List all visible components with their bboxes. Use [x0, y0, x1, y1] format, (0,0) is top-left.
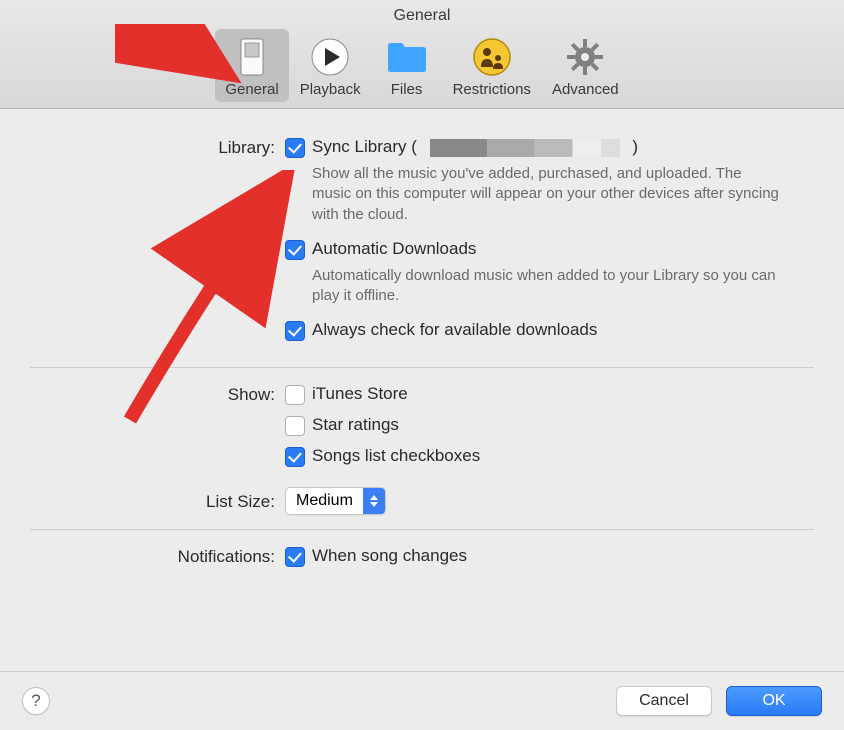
itunes-store-checkbox[interactable]	[285, 385, 305, 405]
notifications-label: Notifications:	[30, 546, 285, 567]
library-section: Library: Sync Library ( ) Show all the m…	[30, 137, 814, 355]
star-ratings-label: Star ratings	[312, 415, 399, 435]
auto-downloads-checkbox[interactable]	[285, 240, 305, 260]
songs-checkboxes-label: Songs list checkboxes	[312, 446, 480, 466]
list-size-label: List Size:	[30, 491, 285, 512]
sync-library-desc: Show all the music you've added, purchas…	[312, 164, 782, 225]
itunes-store-label: iTunes Store	[312, 384, 408, 404]
auto-downloads-desc: Automatically download music when added …	[312, 266, 782, 307]
tab-label: Advanced	[552, 81, 619, 98]
list-size-value: Medium	[296, 492, 353, 510]
divider	[30, 529, 814, 530]
sync-library-checkbox[interactable]	[285, 138, 305, 158]
toolbar-items: General Playback Files	[0, 29, 844, 102]
tab-advanced[interactable]: Advanced	[542, 29, 629, 102]
tab-general[interactable]: General	[215, 29, 288, 102]
ok-button[interactable]: OK	[726, 686, 822, 716]
general-icon	[230, 35, 274, 79]
star-ratings-checkbox[interactable]	[285, 416, 305, 436]
tab-label: Restrictions	[453, 81, 531, 98]
help-button[interactable]: ?	[22, 687, 50, 715]
advanced-icon	[563, 35, 607, 79]
always-check-checkbox[interactable]	[285, 321, 305, 341]
footer: ? Cancel OK	[0, 671, 844, 730]
window-title: General	[0, 4, 844, 29]
preferences-toolbar: General General Playback	[0, 0, 844, 109]
sync-label-prefix: Sync Library (	[312, 137, 417, 156]
always-check-label: Always check for available downloads	[312, 320, 597, 340]
auto-downloads-label: Automatic Downloads	[312, 239, 476, 259]
select-arrows-icon	[363, 488, 385, 514]
tab-label: Playback	[300, 81, 361, 98]
song-changes-checkbox[interactable]	[285, 547, 305, 567]
tab-label: General	[225, 81, 278, 98]
redacted-account	[430, 139, 620, 157]
playback-icon	[308, 35, 352, 79]
tab-restrictions[interactable]: Restrictions	[443, 29, 541, 102]
library-label: Library:	[30, 137, 285, 158]
songs-checkboxes-checkbox[interactable]	[285, 447, 305, 467]
sync-label-suffix: )	[632, 137, 638, 156]
files-icon	[385, 35, 429, 79]
sync-library-label: Sync Library ( )	[312, 137, 638, 157]
tab-label: Files	[391, 81, 423, 98]
preferences-content: Library: Sync Library ( ) Show all the m…	[0, 109, 844, 595]
show-section: Show: iTunes Store Star ratings Songs li…	[30, 384, 814, 481]
cancel-button[interactable]: Cancel	[616, 686, 712, 716]
restrictions-icon	[470, 35, 514, 79]
list-size-select[interactable]: Medium	[285, 487, 386, 515]
tab-playback[interactable]: Playback	[290, 29, 371, 102]
notifications-section: Notifications: When song changes	[30, 546, 814, 571]
song-changes-label: When song changes	[312, 546, 467, 566]
divider	[30, 367, 814, 368]
list-size-section: List Size: Medium	[30, 487, 814, 515]
tab-files[interactable]: Files	[372, 29, 442, 102]
show-label: Show:	[30, 384, 285, 405]
